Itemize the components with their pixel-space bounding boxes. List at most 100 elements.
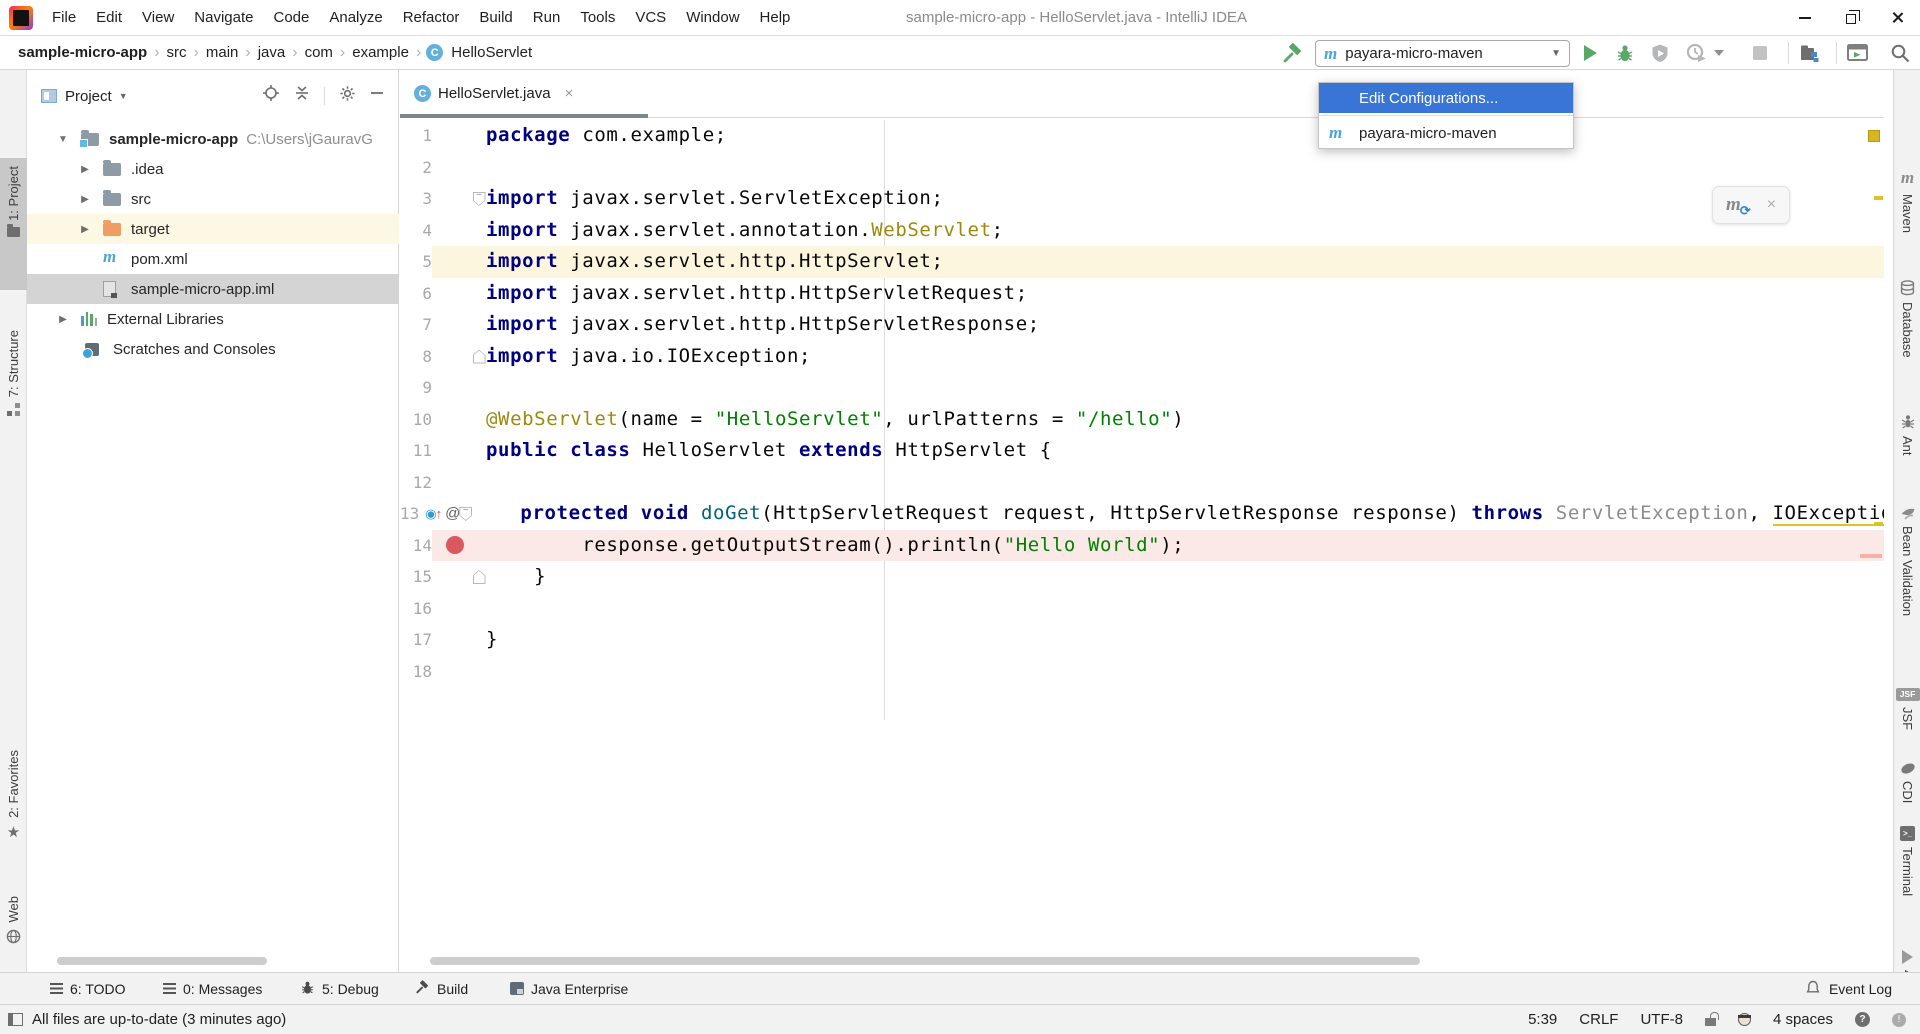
toolwindow-todo-button[interactable]: 6: TODO <box>50 973 126 1004</box>
tab-close-icon[interactable]: × <box>565 85 574 102</box>
inspections-status-indicator[interactable] <box>1868 130 1880 142</box>
stripe-web-button[interactable]: Web <box>0 896 27 950</box>
stripe-structure-button[interactable]: 7: Structure <box>0 330 27 422</box>
tree-collapse-arrow[interactable]: ▶ <box>79 194 91 205</box>
maven-reload-icon[interactable]: m⟳ <box>1726 194 1741 216</box>
menu-run[interactable]: Run <box>523 0 571 35</box>
chevron-down-icon[interactable]: ▼ <box>119 91 128 101</box>
tree-expand-arrow[interactable]: ▼ <box>57 134 69 145</box>
tree-collapse-arrow[interactable]: ▶ <box>79 224 91 235</box>
build-hammer-icon[interactable] <box>1280 41 1304 65</box>
stripe-ant-button[interactable]: Ant <box>1894 414 1920 456</box>
search-everywhere-icon[interactable] <box>1888 41 1912 65</box>
popup-item-payara-micro-maven[interactable]: m payara-micro-maven <box>1319 118 1573 148</box>
breadcrumb-helloservlet[interactable]: HelloServlet <box>449 44 534 61</box>
class-icon: C <box>426 44 443 61</box>
popup-item-edit-configurations[interactable]: Edit Configurations... <box>1319 83 1573 113</box>
ide-settings-icon[interactable]: ? <box>1855 1012 1870 1027</box>
tree-row-src[interactable]: ▶ src <box>27 184 399 214</box>
tree-row-external-libraries[interactable]: ▶ External Libraries <box>27 304 399 334</box>
menu-window[interactable]: Window <box>676 0 749 35</box>
stripe-favorites-button[interactable]: 2: Favorites ★ <box>0 750 27 846</box>
breakpoint-icon[interactable] <box>446 536 464 554</box>
fold-marker-icon[interactable]: − <box>459 507 472 521</box>
menu-edit[interactable]: Edit <box>86 0 132 35</box>
tree-row-target[interactable]: ▶ target <box>27 214 399 244</box>
menu-file[interactable]: File <box>42 0 86 35</box>
stripe-maven-button[interactable]: m Maven <box>1894 168 1920 233</box>
tree-collapse-arrow[interactable]: ▶ <box>79 164 91 175</box>
menu-vcs[interactable]: VCS <box>625 0 676 35</box>
project-panel-title[interactable]: Project <box>65 88 112 105</box>
run-config-combo[interactable]: m payara-micro-maven ▼ <box>1315 40 1570 67</box>
menu-view[interactable]: View <box>132 0 184 35</box>
breadcrumb-main[interactable]: main <box>204 44 241 61</box>
fold-marker-icon[interactable]: − <box>473 192 486 206</box>
breadcrumb-com[interactable]: com <box>303 44 335 61</box>
caret-position-widget[interactable]: 5:39 <box>1528 1011 1557 1028</box>
tree-row-pom[interactable]: m pom.xml <box>27 244 399 274</box>
tree-row-project-root[interactable]: ▼ sample-micro-appC:\Users\jGauravG <box>27 124 399 154</box>
collapse-all-icon[interactable] <box>294 85 310 106</box>
highlighting-level-icon[interactable] <box>1738 1013 1751 1026</box>
tree-row-iml[interactable]: sample-micro-app.iml <box>27 274 399 304</box>
line-number: 15 <box>400 561 432 593</box>
coverage-button[interactable] <box>1648 41 1672 65</box>
menu-code[interactable]: Code <box>263 0 319 35</box>
breadcrumb-project[interactable]: sample-micro-app <box>16 44 149 61</box>
toolwindow-debug-button[interactable]: 5: Debug <box>300 973 379 1004</box>
indent-widget[interactable]: 4 spaces <box>1773 1011 1833 1028</box>
breadcrumb-java[interactable]: java <box>256 44 288 61</box>
menu-tools[interactable]: Tools <box>570 0 625 35</box>
editor-area[interactable]: C HelloServlet.java × 1 package com.exam… <box>400 70 1884 972</box>
menu-help[interactable]: Help <box>750 0 801 35</box>
toolwindow-toggle-icon[interactable] <box>8 1013 23 1026</box>
menu-build[interactable]: Build <box>469 0 522 35</box>
encoding-widget[interactable]: UTF-8 <box>1640 1011 1683 1028</box>
warning-stripe-mark[interactable] <box>1874 196 1883 200</box>
tree-row-idea[interactable]: ▶ .idea <box>27 154 399 184</box>
fold-marker-icon[interactable] <box>473 570 486 584</box>
breadcrumb-src[interactable]: src <box>165 44 189 61</box>
readonly-lock-icon[interactable] <box>1705 1018 1716 1026</box>
code-lines: 1 package com.example; 2 3 − import java… <box>400 120 1884 687</box>
close-button[interactable] <box>1874 0 1920 35</box>
locate-file-icon[interactable] <box>262 84 280 107</box>
tab-helloservlet-java[interactable]: C HelloServlet.java × <box>404 73 587 114</box>
background-tasks-icon[interactable]: ! <box>1892 1013 1906 1027</box>
tree-label: src <box>131 191 151 208</box>
tree-collapse-arrow[interactable]: ▶ <box>57 314 69 325</box>
fold-marker-icon[interactable] <box>473 350 486 364</box>
breadcrumb-example[interactable]: example <box>350 44 411 61</box>
menu-navigate[interactable]: Navigate <box>184 0 263 35</box>
profiler-dropdown-arrow[interactable] <box>1712 41 1726 65</box>
hide-panel-icon[interactable] <box>370 86 384 105</box>
project-structure-icon[interactable] <box>1798 41 1822 65</box>
restore-button[interactable] <box>1828 0 1874 35</box>
project-horizontal-scrollbar[interactable] <box>57 957 267 965</box>
profiler-button[interactable] <box>1684 41 1708 65</box>
warning-stripe-mark[interactable] <box>1874 522 1883 526</box>
stripe-database-button[interactable]: Database <box>1894 280 1920 358</box>
stripe-bean-validation-button[interactable]: Bean Validation <box>1894 506 1920 616</box>
event-log-button[interactable]: Event Log <box>1805 973 1892 1004</box>
tree-row-scratches[interactable]: Scratches and Consoles <box>27 334 399 364</box>
line-separator-widget[interactable]: CRLF <box>1579 1011 1618 1028</box>
minimize-button[interactable] <box>1782 0 1828 35</box>
menu-refactor[interactable]: Refactor <box>393 0 470 35</box>
run-button[interactable] <box>1578 41 1602 65</box>
toolwindow-messages-button[interactable]: 0: Messages <box>163 973 262 1004</box>
stripe-terminal-button[interactable]: >_ Terminal <box>1894 826 1920 896</box>
editor-horizontal-scrollbar[interactable] <box>430 957 1420 965</box>
stripe-jsf-button[interactable]: JSF JSF <box>1894 688 1920 730</box>
stripe-cdi-button[interactable]: CDI <box>1894 764 1920 803</box>
run-window-icon[interactable] <box>1846 41 1870 65</box>
debug-button[interactable] <box>1613 41 1637 65</box>
toolwindow-java-enterprise-button[interactable]: Java Enterprise <box>510 973 628 1004</box>
menu-analyze[interactable]: Analyze <box>319 0 392 35</box>
gear-icon[interactable] <box>339 85 356 107</box>
close-icon[interactable]: × <box>1767 196 1776 214</box>
toolwindow-build-button[interactable]: Build <box>414 973 468 1004</box>
stripe-project-button[interactable]: 1: Project <box>0 166 27 243</box>
status-bar: All files are up-to-date (3 minutes ago)… <box>0 1004 1920 1034</box>
